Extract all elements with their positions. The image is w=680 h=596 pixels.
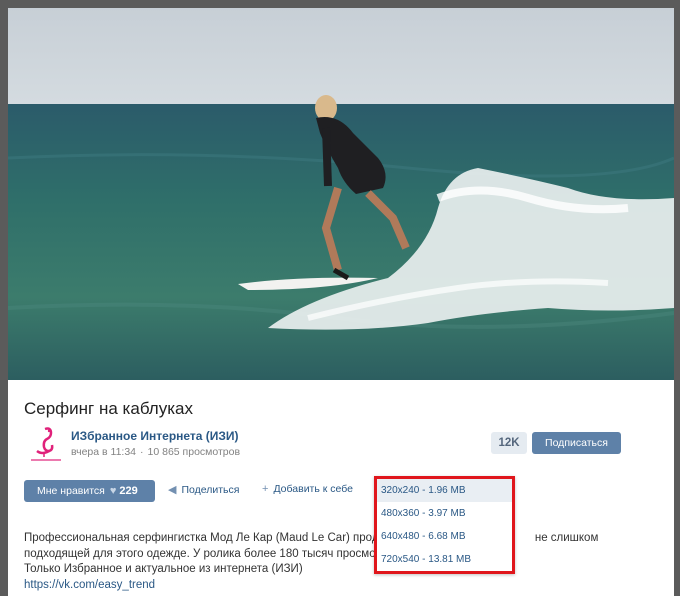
description-line-1-start: Профессиональная серфингистка Мод Ле Кар… [24,532,393,544]
video-meta: вчера в 11:34 · 10 865 просмотров [71,446,240,458]
like-count: 229 [119,485,138,497]
window-frame-top [0,0,680,8]
flamingo-logo-icon [31,427,61,461]
channel-avatar[interactable] [25,423,67,465]
posted-time: вчера в 11:34 [71,446,137,458]
window-frame-right [674,0,680,596]
video-frame-surfer [8,8,674,380]
add-label: Добавить к себе [273,483,353,495]
description-line-1-end: не слишком [534,532,599,544]
separator-dot: · [140,446,144,458]
download-option-480x360[interactable]: 480x360 - 3.97 MB [377,502,512,525]
add-to-my-videos-button[interactable]: + Добавить к себе [262,483,353,495]
window-frame-left [0,0,8,596]
megaphone-icon: ◀ [168,484,177,496]
video-info-panel: Серфинг на каблуках ИЗбранное Интернета … [8,380,674,596]
video-player[interactable] [8,8,674,380]
download-option-720x540[interactable]: 720x540 - 13.81 MB [377,548,512,571]
download-quality-dropdown: 320x240 - 1.96 MB 480x360 - 3.97 MB 640x… [374,476,515,574]
description-link[interactable]: https://vk.com/easy_trend [24,578,584,594]
like-label: Мне нравится [37,485,105,497]
share-label: Поделиться [181,484,240,496]
video-title: Серфинг на каблуках [24,399,193,418]
heart-icon: ♥ [109,485,117,497]
download-option-320x240[interactable]: 320x240 - 1.96 MB [377,479,512,502]
subscriber-count-badge: 12K [491,432,527,454]
subscribe-button[interactable]: Подписаться [532,432,621,454]
download-option-640x480[interactable]: 640x480 - 6.68 MB [377,525,512,548]
share-button[interactable]: ◀ Поделиться [168,483,239,496]
view-count: 10 865 просмотров [147,446,241,458]
plus-icon: + [262,483,269,495]
like-button[interactable]: Мне нравится ♥ 229 [24,480,155,502]
channel-name-link[interactable]: ИЗбранное Интернета (ИЗИ) [71,429,239,443]
